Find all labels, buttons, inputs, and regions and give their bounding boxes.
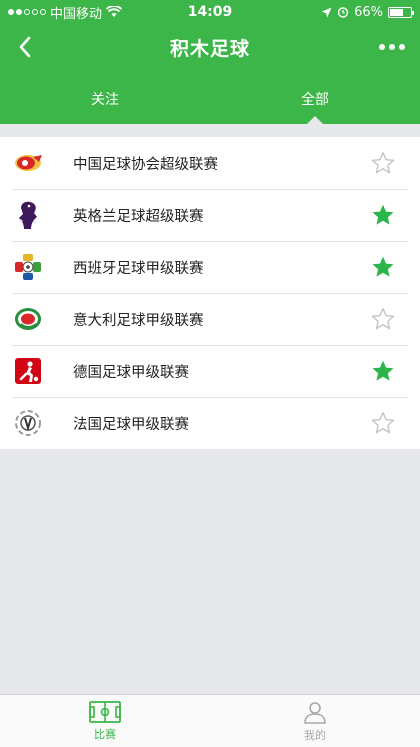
battery-percent: 66% [354, 4, 383, 20]
star-toggle-button[interactable] [368, 252, 398, 282]
more-dot [379, 44, 385, 50]
star-toggle-button[interactable] [368, 148, 398, 178]
premier-league-logo [12, 199, 44, 231]
status-left: 中国移动 [8, 3, 123, 22]
league-name: 英格兰足球超级联赛 [73, 208, 204, 225]
status-right: 66% [321, 4, 414, 20]
league-row-seriea[interactable]: 意大利足球甲级联赛 [0, 293, 420, 345]
league-row-csl[interactable]: 中国足球协会超级联赛 [0, 137, 420, 189]
star-toggle-button[interactable] [368, 200, 398, 230]
battery-fill [390, 8, 404, 16]
tab-all[interactable]: 全部 [210, 74, 420, 124]
app-header: 中国移动 14:09 66% 积木足球 关注 全部 [0, 0, 420, 124]
football-pitch-icon [89, 700, 121, 723]
bundesliga-logo [12, 355, 44, 387]
more-button[interactable] [376, 34, 408, 60]
star-toggle-button[interactable] [368, 356, 398, 386]
battery-icon [388, 6, 414, 18]
bottom-tab-bar: 比赛 我的 [0, 694, 420, 747]
la-liga-logo [12, 251, 44, 283]
csl-logo [12, 147, 44, 179]
more-dot [399, 44, 405, 50]
league-row-laliga[interactable]: 西班牙足球甲级联赛 [0, 241, 420, 293]
star-filled-icon [372, 256, 394, 277]
location-arrow-icon [321, 7, 332, 17]
status-bar: 中国移动 14:09 66% [0, 0, 420, 24]
league-row-ligue1[interactable]: 法国足球甲级联赛 [0, 397, 420, 449]
star-outline-icon [371, 308, 395, 330]
tab-all-label: 全部 [301, 92, 329, 108]
league-row-bundesliga[interactable]: 德国足球甲级联赛 [0, 345, 420, 397]
page-title: 积木足球 [169, 37, 250, 60]
league-name: 法国足球甲级联赛 [73, 416, 189, 433]
star-filled-icon [372, 204, 394, 225]
back-button[interactable] [8, 30, 42, 64]
tab-follow-label: 关注 [91, 92, 119, 108]
top-tabs: 关注 全部 [0, 74, 420, 124]
tabbar-item-mine[interactable]: 我的 [210, 695, 420, 747]
star-toggle-button[interactable] [368, 304, 398, 334]
star-outline-icon [371, 412, 395, 434]
serie-a-logo [12, 303, 44, 335]
chevron-left-icon [19, 36, 31, 58]
tab-follow[interactable]: 关注 [0, 74, 210, 124]
person-icon [304, 701, 326, 724]
alarm-icon [337, 7, 349, 18]
star-outline-icon [371, 152, 395, 174]
league-row-epl[interactable]: 英格兰足球超级联赛 [0, 189, 420, 241]
signal-icon [8, 9, 46, 15]
league-name: 德国足球甲级联赛 [73, 364, 189, 381]
league-list: 中国足球协会超级联赛 英格兰足球超级联赛 西班牙足球甲级联赛 意大利足球甲级联赛… [0, 137, 420, 449]
active-tab-indicator [307, 116, 323, 124]
tabbar-label-mine: 我的 [304, 728, 326, 742]
league-name: 西班牙足球甲级联赛 [73, 260, 204, 277]
nav-bar: 积木足球 [0, 24, 420, 70]
carrier-label: 中国移动 [50, 6, 103, 22]
star-toggle-button[interactable] [368, 408, 398, 438]
more-dot [389, 44, 395, 50]
star-filled-icon [372, 360, 394, 381]
tabbar-item-matches[interactable]: 比赛 [0, 695, 210, 747]
league-name: 中国足球协会超级联赛 [73, 156, 218, 173]
tabbar-label-matches: 比赛 [94, 727, 116, 741]
wifi-icon [106, 6, 123, 17]
league-name: 意大利足球甲级联赛 [73, 312, 204, 329]
ligue-1-logo [12, 407, 44, 439]
